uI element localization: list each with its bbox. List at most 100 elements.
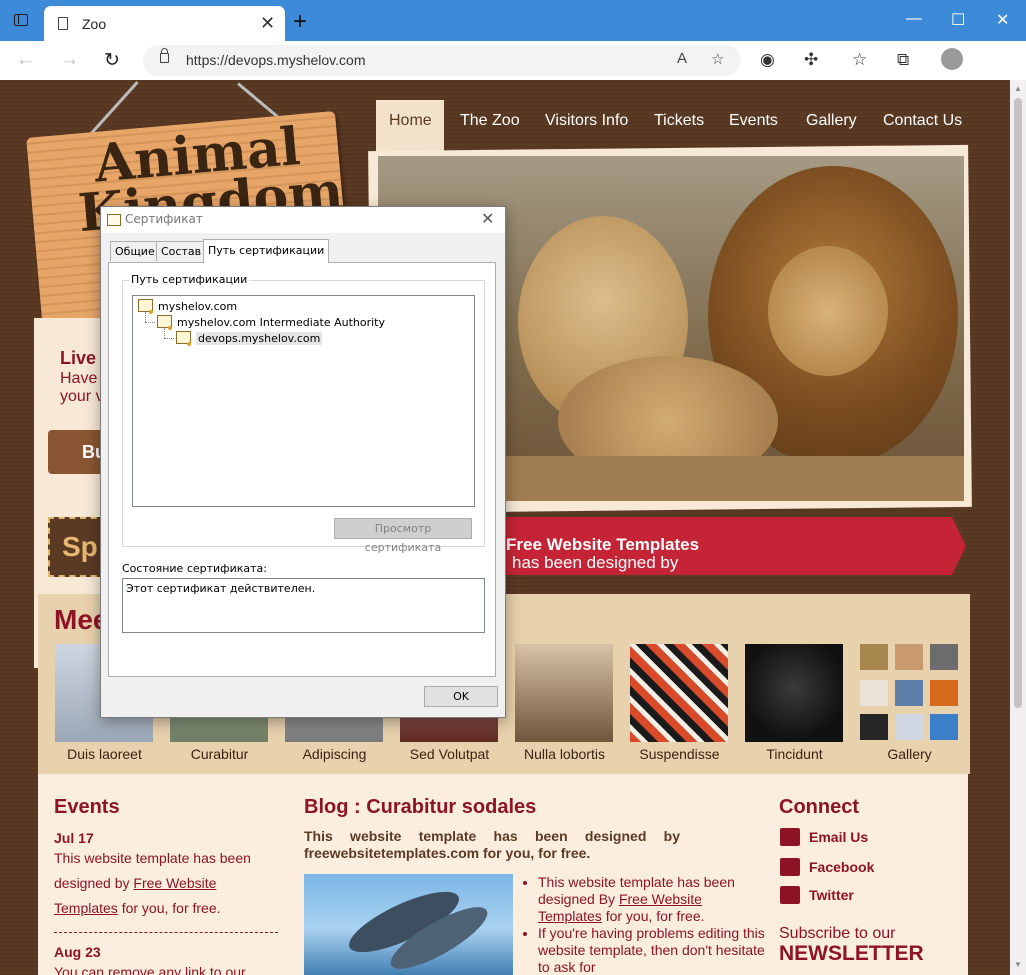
blog-list: This website template has been designed … [520, 874, 768, 975]
tree-node-leaf[interactable]: devops.myshelov.com [176, 331, 323, 346]
blog-list-item: This website template has been designed … [538, 874, 768, 925]
page-favicon-icon [58, 17, 68, 30]
connect-twitter[interactable]: Twitter [780, 886, 854, 904]
connect-email[interactable]: Email Us [780, 828, 868, 846]
maximize-icon[interactable]: ☐ [951, 10, 965, 30]
nav-item-tickets[interactable]: Tickets [654, 112, 704, 130]
tree-node-intermediate[interactable]: myshelov.com Intermediate Authority [157, 315, 385, 330]
back-icon[interactable]: ← [16, 49, 35, 71]
gallery-thumb-penguin[interactable] [860, 680, 888, 706]
nav-item-the-zoo[interactable]: The Zoo [460, 112, 520, 130]
cert-status-label: Состояние сертификата: [122, 562, 267, 575]
window-close-icon[interactable]: ✕ [996, 10, 1009, 30]
lock-icon[interactable] [160, 48, 169, 63]
nav-item-home[interactable]: Home [389, 112, 432, 130]
view-certificate-button[interactable]: Просмотр сертификата [334, 518, 472, 554]
animal-thumb-gorilla[interactable] [745, 644, 843, 742]
certificate-icon [176, 331, 191, 346]
animal-label[interactable]: Sed Volutpat [392, 746, 507, 762]
nav-item-visitors-info[interactable]: Visitors Info [545, 112, 628, 130]
address-bar[interactable]: https://devops.myshelov.com A ☆ [143, 45, 741, 76]
animal-label[interactable]: Duis laoreet [47, 746, 162, 762]
animal-label[interactable]: Adipiscing [277, 746, 392, 762]
forward-icon[interactable]: → [60, 49, 79, 71]
scroll-up-icon[interactable]: ▲ [1014, 84, 1022, 93]
blog-title: Blog : Curabitur sodales [304, 796, 537, 818]
email-icon [780, 828, 800, 846]
favorites-icon[interactable]: ☆ [852, 50, 867, 70]
live-title: Live [60, 348, 97, 368]
gallery-thumb-gorilla[interactable] [860, 714, 888, 740]
facebook-icon [780, 858, 800, 876]
scroll-down-icon[interactable]: ▼ [1014, 960, 1022, 969]
cert-path-group-label: Путь сертификации [129, 273, 250, 286]
dialog-close-icon[interactable]: ✕ [481, 209, 494, 228]
tab-general[interactable]: Общие [110, 241, 160, 261]
event-separator [54, 932, 278, 933]
event-date: Aug 23 [54, 944, 101, 960]
read-aloud-icon[interactable]: A [677, 50, 687, 67]
gallery-thumb-lion[interactable] [860, 644, 888, 670]
connect-title: Connect [779, 796, 859, 818]
gallery-thumb-butterfly[interactable] [930, 680, 958, 706]
extensions-icon[interactable]: ✣ [804, 50, 818, 70]
live-text: Have your v [60, 370, 104, 405]
cert-path-tree[interactable]: myshelov.com myshelov.com Intermediate A… [132, 295, 475, 507]
page-scrollbar[interactable]: ▲ ▼ [1010, 80, 1026, 975]
animal-label[interactable]: Gallery [852, 746, 967, 762]
tab-details[interactable]: Состав [156, 241, 207, 261]
url-text[interactable]: https://devops.myshelov.com [186, 52, 365, 68]
animal-label[interactable]: Suspendisse [622, 746, 737, 762]
animal-label[interactable]: Curabitur [162, 746, 277, 762]
browser-tab[interactable]: Zoo ✕ [44, 6, 285, 41]
animal-label[interactable]: Nulla lobortis [507, 746, 622, 762]
event-text: This website template has been designed … [54, 850, 251, 916]
refresh-icon[interactable]: ↻ [104, 49, 120, 72]
dialog-titlebar[interactable]: Сертификат ✕ [101, 207, 505, 233]
certificate-dialog: Сертификат ✕ Общие Состав Путь сертифика… [100, 206, 506, 718]
blog-dolphins-image [304, 874, 513, 975]
animal-thumb-snake[interactable] [630, 644, 728, 742]
profile-avatar[interactable] [941, 48, 963, 70]
browser-toolbar: ← → ↻ https://devops.myshelov.com A ☆ ◉ … [0, 41, 1026, 81]
extension-icon[interactable]: ◉ [760, 50, 775, 70]
minimize-icon[interactable]: — [906, 10, 922, 28]
tab-close-icon[interactable]: ✕ [260, 13, 275, 34]
scrollbar-thumb[interactable] [1014, 98, 1022, 708]
gallery-thumb-camel[interactable] [895, 644, 923, 670]
dialog-title: Сертификат [125, 212, 203, 226]
gallery-thumb-owl[interactable] [895, 714, 923, 740]
browser-titlebar: Zoo ✕ + — ☐ ✕ [0, 0, 1026, 41]
gallery-thumb-dolphin[interactable] [895, 680, 923, 706]
nav-item-gallery[interactable]: Gallery [806, 112, 857, 130]
event-text: You can remove any link to our [54, 964, 246, 975]
nav-item-contact-us[interactable]: Contact Us [883, 112, 962, 130]
new-tab-icon[interactable]: + [293, 8, 307, 36]
tab-title: Zoo [82, 16, 107, 32]
blog-list-item: If you're having problems editing this w… [538, 925, 768, 975]
blog-intro: This website template has been designed … [304, 828, 680, 861]
add-favorite-icon[interactable]: ☆ [711, 50, 724, 68]
promo-banner[interactable]: has been designed by Free Website Templa… [500, 517, 966, 575]
gallery-thumb-elephant[interactable] [930, 644, 958, 670]
connect-facebook[interactable]: Facebook [780, 858, 874, 876]
events-title: Events [54, 796, 120, 818]
gallery-thumb-blue-butterfly[interactable] [930, 714, 958, 740]
collections-icon[interactable]: ⧉ [897, 50, 909, 70]
cert-status-box[interactable]: Этот сертификат действителен. [122, 578, 485, 633]
tree-node-root[interactable]: myshelov.com [138, 299, 237, 314]
tab-actions-icon[interactable] [14, 14, 28, 26]
animal-thumb-tortoise[interactable] [515, 644, 613, 742]
subscribe-text: Subscribe to our [779, 925, 896, 942]
tab-certification-path[interactable]: Путь сертификации [203, 239, 330, 263]
nav-home-tab[interactable]: Home [376, 100, 444, 156]
nav-item-events[interactable]: Events [729, 112, 778, 130]
certificate-icon [157, 315, 172, 330]
certificate-icon [107, 214, 121, 226]
newsletter-title: NEWSLETTER [779, 942, 924, 965]
event-date: Jul 17 [54, 830, 94, 846]
ok-button[interactable]: OK [424, 686, 498, 707]
animal-label[interactable]: Tincidunt [737, 746, 852, 762]
certificate-icon [138, 299, 153, 314]
twitter-icon [780, 886, 800, 904]
